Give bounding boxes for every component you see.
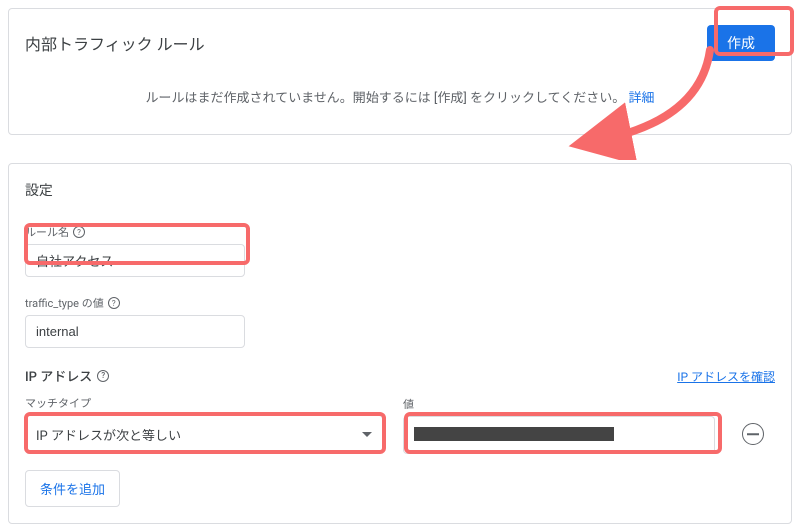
settings-panel: 設定 ルール名 ? traffic_type の値 ? IP アドレス ? IP… bbox=[8, 163, 792, 524]
help-icon[interactable]: ? bbox=[97, 370, 109, 382]
traffic-type-label-text: traffic_type の値 bbox=[25, 295, 104, 311]
remove-condition-button[interactable] bbox=[742, 423, 764, 445]
ip-section-header: IP アドレス ? IP アドレスを確認 bbox=[25, 366, 775, 385]
check-ip-link[interactable]: IP アドレスを確認 bbox=[677, 368, 775, 385]
internal-traffic-rules-panel: 内部トラフィック ルール 作成 ルールはまだ作成されていません。開始するには [… bbox=[8, 8, 792, 135]
value-col: 値 bbox=[403, 396, 715, 454]
match-type-value: IP アドレスが次と等しい bbox=[36, 425, 181, 444]
help-icon[interactable]: ? bbox=[73, 226, 85, 238]
redacted-value bbox=[414, 427, 614, 441]
ip-condition-row: マッチタイプ IP アドレスが次と等しい 値 bbox=[25, 395, 775, 454]
remove-col bbox=[735, 414, 771, 454]
rule-name-input[interactable] bbox=[25, 244, 245, 277]
value-label: 値 bbox=[403, 396, 715, 412]
match-type-col: マッチタイプ IP アドレスが次と等しい bbox=[25, 395, 383, 454]
details-link[interactable]: 詳細 bbox=[629, 91, 655, 106]
help-icon[interactable]: ? bbox=[108, 297, 120, 309]
match-type-label: マッチタイプ bbox=[25, 395, 383, 411]
ip-section-title-text: IP アドレス bbox=[25, 366, 92, 385]
empty-message: ルールはまだ作成されていません。開始するには [作成] をクリックしてください。… bbox=[25, 81, 775, 116]
empty-text: ルールはまだ作成されていません。開始するには [作成] をクリックしてください。 bbox=[145, 91, 625, 106]
rule-name-group: ルール名 ? bbox=[25, 224, 775, 277]
settings-title: 設定 bbox=[25, 180, 775, 200]
match-type-select[interactable]: IP アドレスが次と等しい bbox=[25, 415, 383, 454]
panel-title: 内部トラフィック ルール bbox=[25, 31, 205, 55]
traffic-type-label: traffic_type の値 ? bbox=[25, 295, 775, 311]
ip-value-input[interactable] bbox=[403, 416, 715, 454]
ip-section-title: IP アドレス ? bbox=[25, 366, 109, 385]
rule-name-label: ルール名 ? bbox=[25, 224, 775, 240]
create-button[interactable]: 作成 bbox=[707, 25, 775, 61]
add-condition-button[interactable]: 条件を追加 bbox=[25, 470, 120, 507]
rule-name-label-text: ルール名 bbox=[25, 224, 69, 240]
panel-header: 内部トラフィック ルール 作成 bbox=[25, 25, 775, 61]
traffic-type-input[interactable] bbox=[25, 315, 245, 348]
chevron-down-icon bbox=[362, 432, 372, 437]
traffic-type-group: traffic_type の値 ? bbox=[25, 295, 775, 348]
